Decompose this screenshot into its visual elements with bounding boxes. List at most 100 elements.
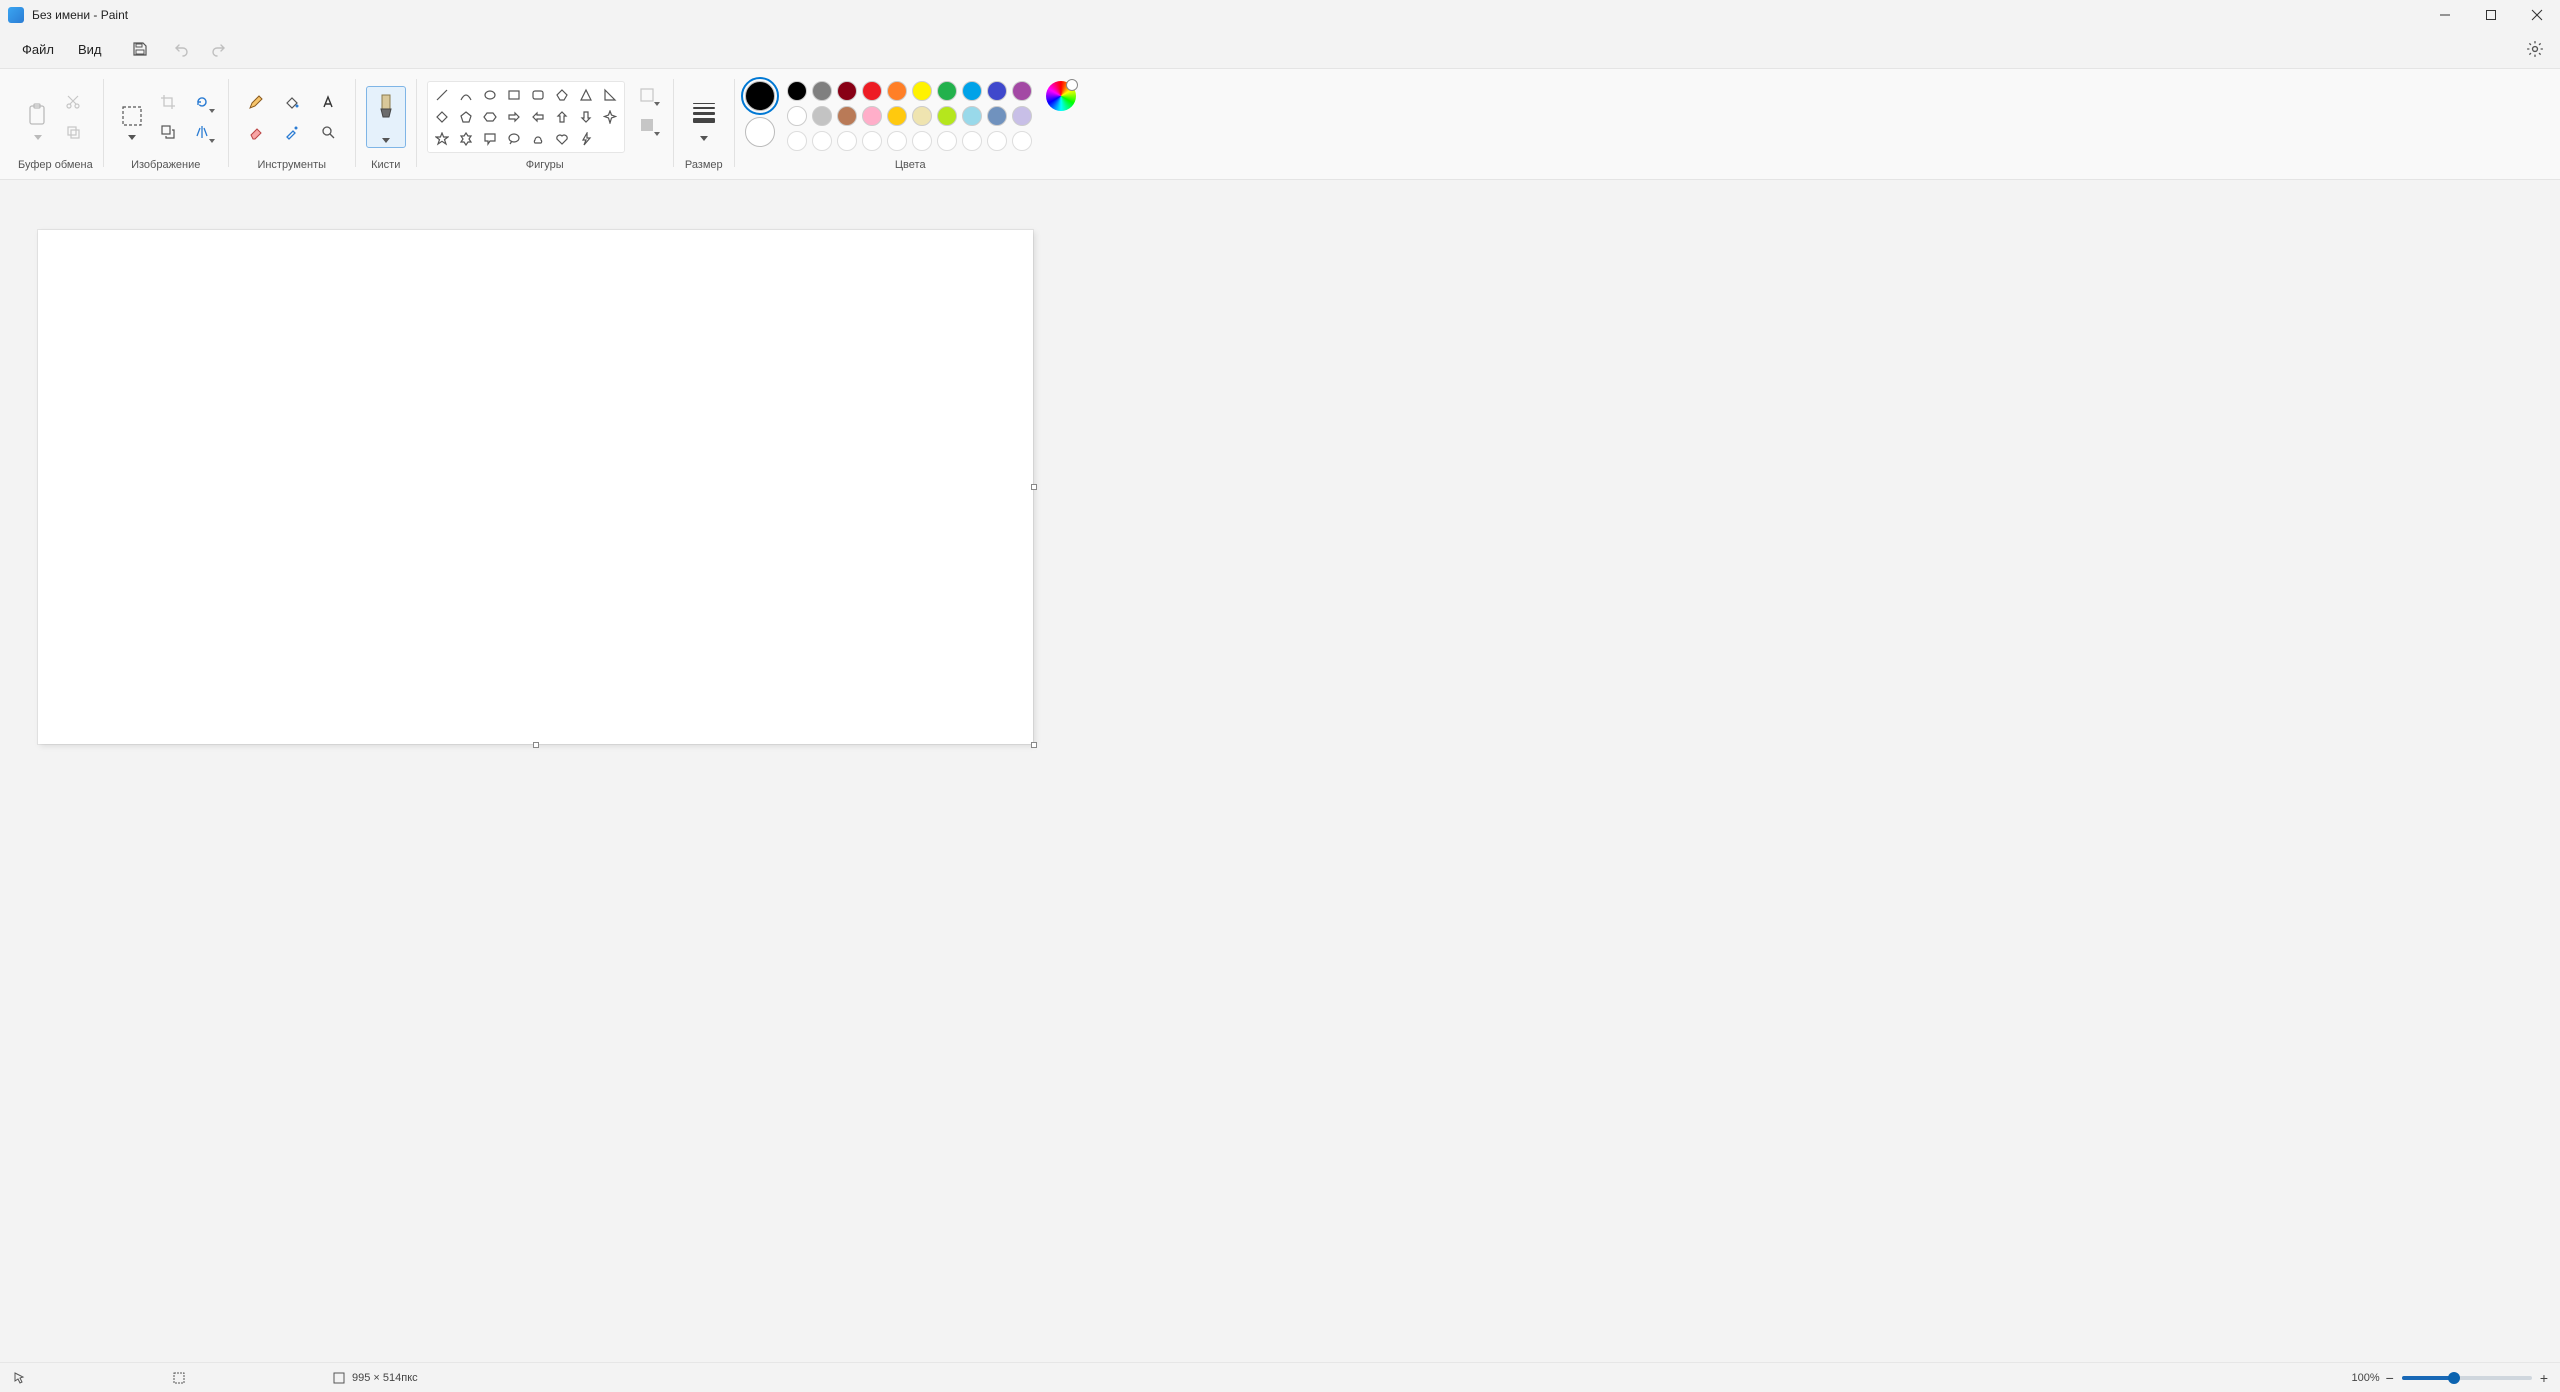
menu-file[interactable]: Файл [10, 36, 66, 63]
color-palette [787, 81, 1034, 153]
redo-button[interactable] [203, 34, 233, 64]
color-swatch[interactable] [1012, 81, 1032, 101]
shape-lightning[interactable] [575, 129, 597, 149]
flip-button[interactable] [187, 119, 217, 145]
cut-button[interactable] [58, 89, 88, 115]
color-picker-tool[interactable] [275, 118, 309, 146]
color-swatch[interactable] [962, 81, 982, 101]
color-swatch[interactable] [937, 81, 957, 101]
zoom-in-button[interactable]: + [2540, 1370, 2548, 1386]
shape-polygon[interactable] [551, 85, 573, 105]
canvas[interactable] [38, 230, 1033, 744]
color-swatch[interactable] [837, 81, 857, 101]
edit-colors-button[interactable] [1046, 81, 1076, 111]
custom-color-slot[interactable] [962, 131, 982, 151]
color-swatch[interactable] [912, 106, 932, 126]
color-swatch[interactable] [787, 81, 807, 101]
magnifier-tool[interactable] [311, 118, 345, 146]
shape-callout-cloud[interactable] [527, 129, 549, 149]
canvas-size-value: 995 × 514пкс [352, 1372, 418, 1384]
color-swatch[interactable] [1012, 106, 1032, 126]
shape-triangle[interactable] [575, 85, 597, 105]
color-swatch[interactable] [962, 106, 982, 126]
shape-curve[interactable] [455, 85, 477, 105]
resize-button[interactable] [153, 119, 183, 145]
color-swatch[interactable] [862, 81, 882, 101]
shape-callout-rect[interactable] [479, 129, 501, 149]
size-button[interactable] [684, 87, 724, 147]
color-swatch[interactable] [987, 106, 1007, 126]
text-tool[interactable] [311, 88, 345, 116]
cursor-position [12, 1371, 32, 1385]
color-2[interactable] [745, 117, 775, 147]
save-button[interactable] [125, 34, 155, 64]
custom-color-slot[interactable] [1012, 131, 1032, 151]
color-swatch[interactable] [887, 106, 907, 126]
shape-rect[interactable] [503, 85, 525, 105]
shape-right-triangle[interactable] [599, 85, 621, 105]
custom-color-slot[interactable] [837, 131, 857, 151]
shape-star4[interactable] [599, 107, 621, 127]
maximize-button[interactable] [2468, 0, 2514, 30]
color-swatch[interactable] [812, 81, 832, 101]
color-swatch[interactable] [837, 106, 857, 126]
group-label-shapes: Фигуры [526, 159, 564, 175]
group-tools: Инструменты [229, 75, 355, 175]
custom-color-slot[interactable] [812, 131, 832, 151]
shape-arrow-down[interactable] [575, 107, 597, 127]
shape-star5[interactable] [431, 129, 453, 149]
shape-star6[interactable] [455, 129, 477, 149]
resize-handle-e[interactable] [1031, 484, 1037, 490]
resize-handle-se[interactable] [1031, 742, 1037, 748]
minimize-button[interactable] [2422, 0, 2468, 30]
group-label-image: Изображение [131, 159, 200, 175]
rotate-button[interactable] [187, 89, 217, 115]
zoom-out-button[interactable]: − [2386, 1370, 2394, 1386]
shape-heart[interactable] [551, 129, 573, 149]
shape-fill-button[interactable] [632, 112, 662, 138]
color-swatch[interactable] [887, 81, 907, 101]
custom-color-slot[interactable] [912, 131, 932, 151]
shapes-gallery[interactable] [427, 81, 625, 153]
crop-button[interactable] [153, 89, 183, 115]
canvas-area[interactable] [0, 180, 2560, 1362]
menu-view[interactable]: Вид [66, 36, 114, 63]
group-brushes: Кисти [356, 75, 416, 175]
color-swatch[interactable] [912, 81, 932, 101]
brush-button[interactable] [366, 86, 406, 148]
undo-button[interactable] [167, 34, 197, 64]
shape-oval[interactable] [479, 85, 501, 105]
close-button[interactable] [2514, 0, 2560, 30]
color-swatch[interactable] [812, 106, 832, 126]
shape-arrow-right[interactable] [503, 107, 525, 127]
color-swatch[interactable] [937, 106, 957, 126]
select-button[interactable] [114, 88, 150, 144]
zoom-slider[interactable] [2402, 1376, 2532, 1380]
shape-line[interactable] [431, 85, 453, 105]
eraser-tool[interactable] [239, 118, 273, 146]
resize-handle-s[interactable] [533, 742, 539, 748]
color-swatch[interactable] [787, 106, 807, 126]
shape-outline-button[interactable] [632, 82, 662, 108]
shape-diamond[interactable] [431, 107, 453, 127]
settings-button[interactable] [2520, 34, 2550, 64]
fill-tool[interactable] [275, 88, 309, 116]
canvas-size: 995 × 514пкс [332, 1371, 418, 1385]
shape-callout-oval[interactable] [503, 129, 525, 149]
custom-color-slot[interactable] [937, 131, 957, 151]
paste-button[interactable] [21, 88, 55, 144]
shape-arrow-left[interactable] [527, 107, 549, 127]
color-1[interactable] [745, 81, 775, 111]
shape-hexagon[interactable] [479, 107, 501, 127]
copy-button[interactable] [58, 119, 88, 145]
color-swatch[interactable] [987, 81, 1007, 101]
custom-color-slot[interactable] [987, 131, 1007, 151]
shape-arrow-up[interactable] [551, 107, 573, 127]
pencil-tool[interactable] [239, 88, 273, 116]
shape-round-rect[interactable] [527, 85, 549, 105]
custom-color-slot[interactable] [787, 131, 807, 151]
shape-pentagon[interactable] [455, 107, 477, 127]
custom-color-slot[interactable] [887, 131, 907, 151]
color-swatch[interactable] [862, 106, 882, 126]
custom-color-slot[interactable] [862, 131, 882, 151]
